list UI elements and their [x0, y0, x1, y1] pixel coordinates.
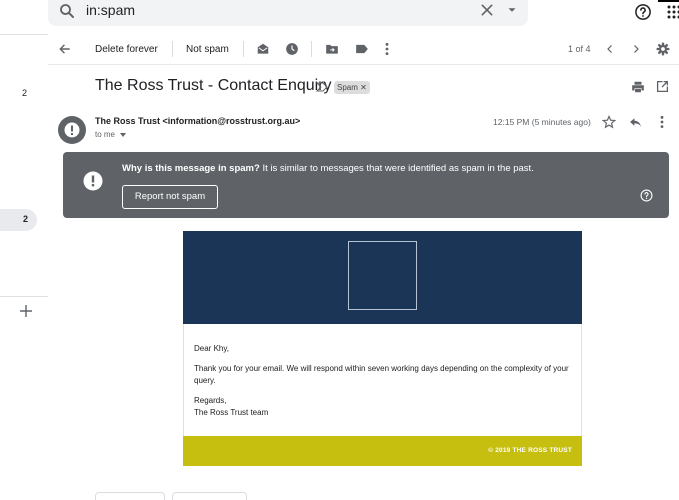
search-icon[interactable]	[58, 2, 76, 20]
copyright-text: © 2019 THE ROSS TRUST	[488, 447, 572, 454]
mark-unread-button[interactable]	[256, 40, 270, 58]
spam-label-text: Spam	[337, 83, 358, 92]
email-signature: The Ross Trust team	[194, 408, 269, 417]
sidebar-item-spam[interactable]: 2	[0, 209, 37, 231]
toolbar-divider	[243, 41, 244, 57]
sidebar-count: 2	[22, 88, 28, 98]
search-bar[interactable]	[48, 0, 528, 26]
help-icon[interactable]	[634, 3, 652, 21]
spam-explanation: Why is this message in spam? It is simil…	[122, 163, 534, 174]
email-header-banner	[183, 231, 582, 324]
close-icon[interactable]	[479, 2, 495, 18]
reply-icon[interactable]	[629, 116, 642, 128]
sender-name[interactable]: The Ross Trust <information@rosstrust.or…	[95, 116, 300, 126]
recipient-details-icon[interactable]	[120, 133, 126, 137]
sidebar-divider	[0, 296, 48, 297]
spam-reason: It is similar to messages that were iden…	[262, 163, 534, 174]
message-timestamp: 12:15 PM (5 minutes ago)	[493, 117, 591, 127]
settings-button[interactable]	[656, 40, 670, 58]
email-paragraph: Thank you for your email. We will respon…	[194, 364, 569, 385]
spam-question: Why is this message in spam?	[122, 163, 260, 174]
remove-label-icon[interactable]: ✕	[360, 83, 367, 92]
sidebar-divider	[0, 34, 48, 35]
open-new-window-icon[interactable]	[656, 80, 669, 93]
help-icon[interactable]	[640, 189, 653, 202]
newer-button[interactable]	[630, 40, 642, 58]
delete-forever-button[interactable]: Delete forever	[95, 40, 158, 58]
star-icon[interactable]	[602, 115, 616, 129]
move-to-button[interactable]	[325, 40, 339, 58]
email-body: Dear Khy, Thank you for your email. We w…	[183, 324, 582, 436]
more-vert-icon	[385, 42, 389, 56]
warning-icon	[64, 122, 80, 138]
email-footer: © 2019 THE ROSS TRUST	[183, 436, 582, 466]
back-button[interactable]	[58, 40, 72, 58]
more-options-button[interactable]	[384, 40, 390, 58]
toolbar-divider	[172, 41, 173, 57]
pagination-text: 1 of 4	[568, 44, 591, 54]
reply-button[interactable]	[95, 492, 165, 500]
importance-marker-icon[interactable]	[316, 82, 328, 92]
window-edge	[658, 0, 679, 2]
toolbar-divider-line	[48, 64, 679, 65]
print-icon[interactable]	[631, 80, 645, 94]
gear-icon	[656, 42, 670, 56]
envelope-open-icon	[257, 43, 269, 54]
email-greeting: Dear Khy,	[194, 344, 229, 353]
sidebar-count: 2	[22, 214, 28, 224]
email-signoff: Regards,	[194, 396, 227, 405]
chevron-right-icon	[634, 45, 639, 53]
toolbar-divider	[311, 41, 312, 57]
search-input[interactable]	[86, 0, 466, 20]
spam-label-chip[interactable]: Spam ✕	[334, 81, 370, 94]
clock-icon	[286, 43, 298, 55]
avatar[interactable]	[58, 116, 86, 144]
folder-move-icon	[326, 44, 338, 54]
recipient-text: to me	[95, 130, 116, 139]
arrow-back-icon	[59, 44, 70, 54]
message-subject: The Ross Trust - Contact Enquiry	[95, 77, 332, 94]
report-not-spam-button[interactable]: Report not spam	[122, 185, 218, 209]
apps-grid-icon[interactable]	[667, 5, 679, 19]
forward-button[interactable]	[172, 492, 247, 500]
warning-icon	[83, 171, 103, 191]
logo-placeholder	[348, 241, 417, 310]
spam-warning-banner: Why is this message in spam? It is simil…	[63, 152, 669, 218]
snooze-button[interactable]	[285, 40, 299, 58]
not-spam-button[interactable]: Not spam	[186, 40, 229, 58]
plus-icon[interactable]	[20, 305, 32, 317]
chevron-left-icon	[607, 45, 612, 53]
label-icon	[356, 44, 368, 54]
labels-button[interactable]	[355, 40, 369, 58]
search-options-icon[interactable]	[505, 3, 519, 17]
older-button[interactable]	[604, 40, 616, 58]
more-vert-icon[interactable]	[659, 115, 665, 129]
